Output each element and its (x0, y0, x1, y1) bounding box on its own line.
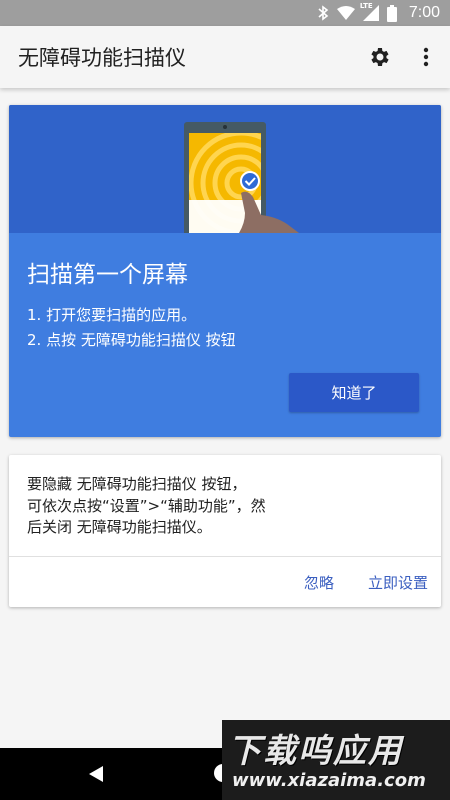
ignore-button[interactable]: 忽略 (304, 572, 334, 593)
step-item: 2. 点按 无障碍功能扫描仪 按钮 (27, 331, 236, 349)
watermark-title: 下载呜应用 (228, 731, 403, 770)
notice-card: 要隐藏 无障碍功能扫描仪 按钮， 可依次点按“设置”>“辅助功能”，然 后关闭 … (9, 455, 441, 607)
setup-now-button[interactable]: 立即设置 (368, 572, 428, 593)
notice-line: 后关闭 无障碍功能扫描仪。 (27, 518, 212, 536)
step-item: 1. 打开您要扫描的应用。 (27, 306, 197, 324)
intro-card: 扫描第一个屏幕 1. 打开您要扫描的应用。 2. 点按 无障碍功能扫描仪 按钮 … (9, 105, 441, 437)
lte-label: LTE (359, 2, 373, 10)
got-it-button[interactable]: 知道了 (289, 373, 419, 412)
notice-text: 要隐藏 无障碍功能扫描仪 按钮， 可依次点按“设置”>“辅助功能”，然 后关闭 … (27, 474, 327, 539)
watermark-logo: 下载呜应用 www.xiazaima.com (222, 720, 450, 800)
divider (9, 556, 441, 557)
bluetooth-icon (317, 5, 329, 21)
wifi-icon (336, 6, 355, 20)
settings-button[interactable] (360, 37, 400, 77)
status-time: 7:00 (408, 4, 440, 21)
watermark-url: www.xiazaima.com (232, 770, 426, 791)
phone-hand-illustration (184, 122, 299, 233)
more-options-button[interactable] (406, 37, 446, 77)
app-bar: 无障碍功能扫描仪 (0, 26, 450, 88)
card-title: 扫描第一个屏幕 (27, 262, 188, 288)
back-icon (89, 766, 103, 782)
notice-line: 可依次点按“设置”>“辅助功能”，然 (27, 496, 266, 515)
settings-icon (371, 48, 389, 66)
battery-icon (386, 4, 397, 22)
notice-line: 要隐藏 无障碍功能扫描仪 按钮， (27, 475, 247, 493)
app-title: 无障碍功能扫描仪 (18, 46, 186, 70)
back-button[interactable] (88, 765, 104, 787)
lte-signal-icon: LTE (359, 2, 379, 21)
more-vert-icon (423, 47, 429, 67)
scan-illustration (9, 105, 441, 233)
status-bar: LTE 7:00 (0, 0, 450, 26)
